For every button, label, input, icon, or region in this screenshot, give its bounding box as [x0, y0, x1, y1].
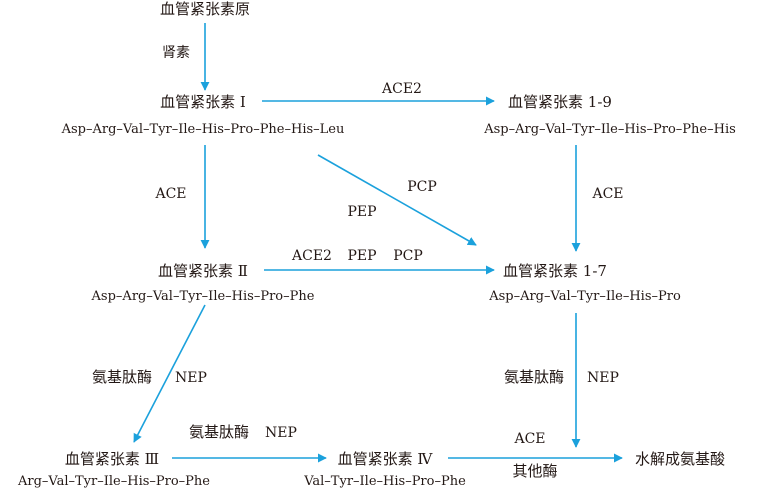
enzyme-renin: 肾素 [162, 45, 190, 61]
ang4-label: 血管紧张素 Ⅳ [338, 450, 434, 468]
enzyme-ace-right: ACE [591, 186, 623, 202]
angiotensinogen-label: 血管紧张素原 [160, 0, 250, 18]
enzyme-ace-left: ACE [154, 186, 186, 202]
enzyme-nep-left: NEP [175, 370, 207, 386]
ang1-sequence: Asp–Arg–Val–Tyr–Ile–His–Pro–Phe–His–Leu [61, 122, 345, 137]
enzyme-pep-diagonal: PEP [347, 204, 376, 220]
enzyme-ace2-top: ACE2 [381, 81, 422, 97]
enzyme-aminopeptidase-left: 氨基肽酶 [92, 368, 152, 386]
renin-angiotensin-diagram: 血管紧张素原 血管紧张素 Ⅰ Asp–Arg–Val–Tyr–Ile–His–P… [0, 0, 757, 492]
enzyme-pcp-diagonal: PCP [407, 179, 437, 195]
ang17-sequence: Asp–Arg–Val–Tyr–Ile–His–Pro [488, 289, 681, 304]
enzyme-aminopeptidase-right: 氨基肽酶 [504, 368, 564, 386]
enzyme-nep-right: NEP [587, 370, 619, 386]
arrow-ang1-to-ang17 [317, 154, 477, 246]
ang19-sequence: Asp–Arg–Val–Tyr–Ile–His–Pro–Phe–His [483, 122, 736, 137]
ang17-label: 血管紧张素 1-7 [503, 262, 607, 280]
arrows-group [133, 23, 623, 463]
diagram-canvas: 血管紧张素原 血管紧张素 Ⅰ Asp–Arg–Val–Tyr–Ile–His–P… [17, 0, 736, 489]
enzyme-ace-bottom: ACE [513, 431, 545, 447]
ang2-label: 血管紧张素 Ⅱ [158, 262, 248, 280]
enzyme-other: 其他酶 [512, 462, 557, 480]
ang2-sequence: Asp–Arg–Val–Tyr–Ile–His–Pro–Phe [91, 289, 315, 304]
enzyme-nep-bottom: NEP [265, 425, 297, 441]
enzyme-aminopeptidase-bottom: 氨基肽酶 [189, 423, 249, 441]
ang19-label: 血管紧张素 1-9 [508, 93, 612, 111]
ang1-label: 血管紧张素 Ⅰ [160, 93, 246, 111]
enzyme-pep-middle: PEP [347, 248, 376, 264]
ang3-sequence: Arg–Val–Tyr–Ile–His–Pro–Phe [17, 474, 210, 489]
ang4-sequence: Val–Tyr–Ile–His–Pro–Phe [303, 474, 466, 489]
enzyme-pcp-middle: PCP [393, 248, 423, 264]
ang3-label: 血管紧张素 Ⅲ [65, 450, 159, 468]
enzyme-ace2-middle: ACE2 [291, 248, 332, 264]
final-hydrolysis-label: 水解成氨基酸 [635, 450, 725, 468]
